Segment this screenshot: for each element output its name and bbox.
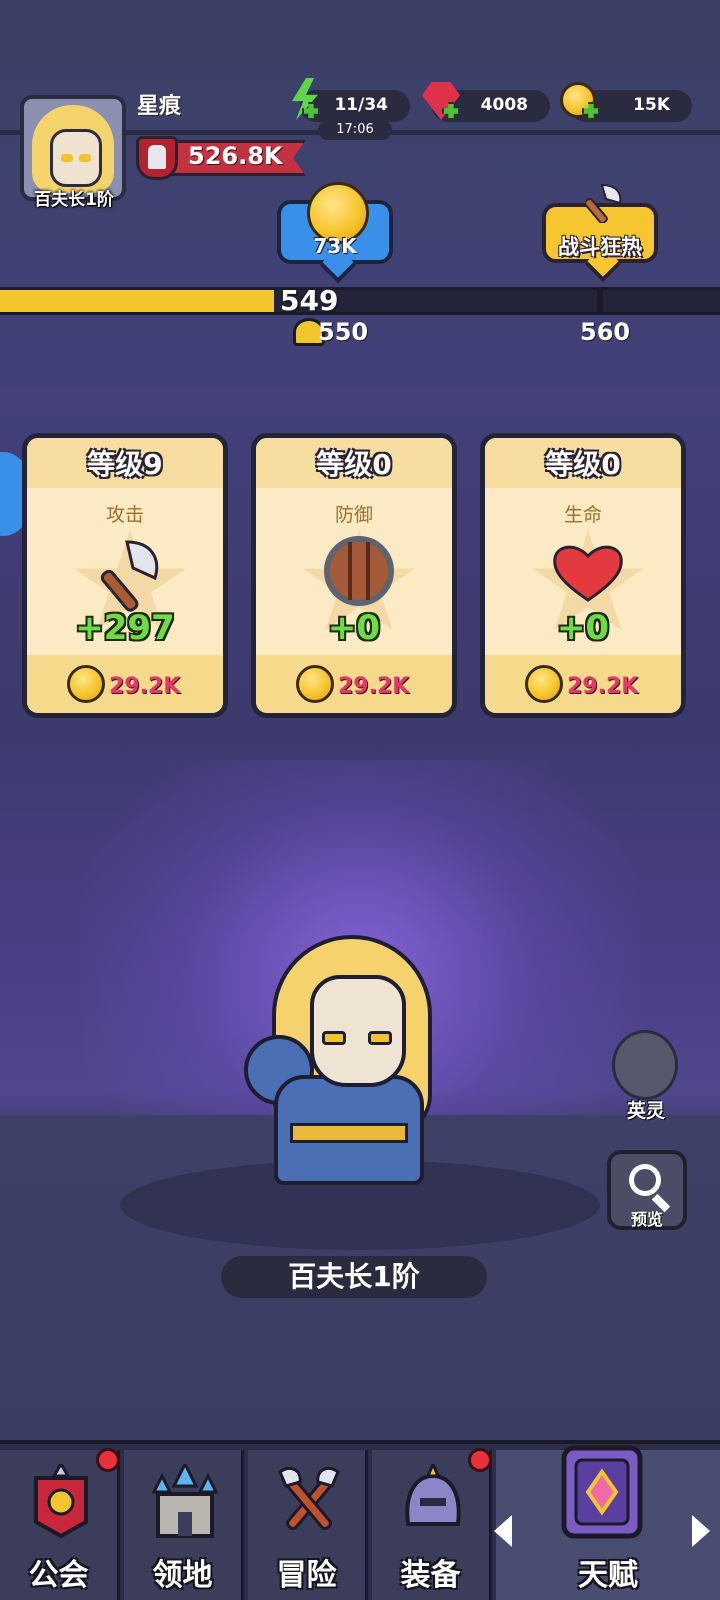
avatar-eye (79, 154, 91, 162)
gold-coin-icon (67, 665, 105, 703)
milestone-divider (597, 290, 603, 312)
nav-scroll-right-icon[interactable] (692, 1515, 710, 1547)
gold-value: 15K (633, 95, 670, 115)
bottom-nav: 公会 领地 冒险 装备 天赋 (0, 1440, 720, 1600)
stat-card-health[interactable]: 等级0 生命 +0 29.2K (480, 433, 686, 718)
stat-card-level: 等级0 (256, 438, 452, 488)
player-name[interactable]: 星痕 (137, 88, 181, 120)
upgrade-cost-value: 29.2K (338, 674, 410, 699)
axe-icon (100, 540, 159, 612)
guild-notification-badge (96, 1448, 120, 1472)
avatar-eye (61, 154, 73, 162)
castle-icon (152, 1464, 218, 1538)
heart-icon (553, 545, 623, 602)
helmet-icon (405, 1464, 461, 1526)
crossed-axes-icon (278, 1466, 340, 1531)
nav-tab-territory[interactable]: 领地 (124, 1450, 244, 1600)
stat-card-level: 等级9 (27, 438, 223, 488)
battle-frenzy-label: 战斗狂热 (558, 235, 642, 259)
hero-character[interactable] (234, 935, 474, 1195)
energy-value: 11/34 (334, 95, 388, 115)
stat-card-bonus: +0 (556, 608, 610, 648)
guild-banner-icon (34, 1464, 88, 1539)
upgrade-cost-value: 29.2K (567, 674, 639, 699)
power-shield-icon (136, 136, 178, 180)
nav-tab-label: 天赋 (578, 1558, 638, 1593)
nav-tab-adventure[interactable]: 冒险 (248, 1450, 368, 1600)
hero-belt (290, 1123, 408, 1143)
hero-eye (368, 1031, 392, 1045)
spirit-portrait-icon (612, 1030, 678, 1100)
stat-card-attack[interactable]: 等级9 攻击 +297 29.2K (22, 433, 228, 718)
preview-button[interactable]: 预览 (607, 1150, 687, 1230)
nav-tab-label: 冒险 (276, 1558, 337, 1593)
level-progress-bar (0, 287, 720, 315)
stat-card-name: 攻击 (105, 504, 144, 526)
nav-scroll-left-icon[interactable] (494, 1515, 512, 1547)
combat-power-value: 526.8K (188, 142, 283, 170)
milestone-a-label: 550 (318, 318, 369, 346)
hero-spirit-label: 英灵 (626, 1100, 665, 1122)
gem-value: 4008 (480, 95, 528, 115)
equipment-notification-badge (468, 1448, 492, 1472)
stat-card-level: 等级0 (485, 438, 681, 488)
nav-tab-label: 领地 (152, 1558, 213, 1593)
gold-coin-icon (525, 665, 563, 703)
stat-card-bonus: +297 (75, 608, 175, 648)
milestone-b-label: 560 (580, 318, 631, 346)
energy-timer: 17:06 (318, 120, 392, 140)
progress-current-value: 549 (280, 284, 339, 317)
stat-card-name: 防御 (334, 504, 373, 526)
gold-coin-icon (296, 665, 334, 703)
nav-tab-talent[interactable]: 天赋 (496, 1445, 720, 1600)
hero-eye (322, 1031, 346, 1045)
nav-tab-equipment[interactable]: 装备 (372, 1450, 492, 1600)
nav-tab-label: 装备 (400, 1558, 461, 1593)
hero-face (310, 975, 406, 1087)
avatar-face (50, 129, 102, 187)
stat-card-defense[interactable]: 等级0 防御 +0 29.2K (251, 433, 457, 718)
nav-tab-label: 公会 (28, 1558, 89, 1593)
hero-spirit-button[interactable]: 英灵 (608, 1020, 684, 1122)
preview-label: 预览 (630, 1210, 663, 1229)
upgrade-cost-value: 29.2K (109, 674, 181, 699)
gold-reward-value: 73K (313, 234, 357, 258)
gold-reward-button[interactable]: 73K (277, 182, 393, 264)
talent-book-icon (561, 1445, 643, 1539)
axe-icon (586, 183, 622, 223)
battle-frenzy-button[interactable]: 战斗狂热 (542, 183, 658, 263)
level-progress-fill (0, 290, 274, 312)
combat-power-banner[interactable]: 526.8K (126, 136, 306, 180)
nav-tab-guild[interactable]: 公会 (0, 1450, 120, 1600)
shield-icon (324, 536, 394, 606)
magnifier-icon (629, 1164, 661, 1196)
stat-card-name: 生命 (563, 504, 602, 526)
avatar-rank-label: 百夫长1阶 (34, 190, 114, 210)
hero-rank-label: 百夫长1阶 (221, 1256, 487, 1298)
stat-card-bonus: +0 (327, 608, 381, 648)
